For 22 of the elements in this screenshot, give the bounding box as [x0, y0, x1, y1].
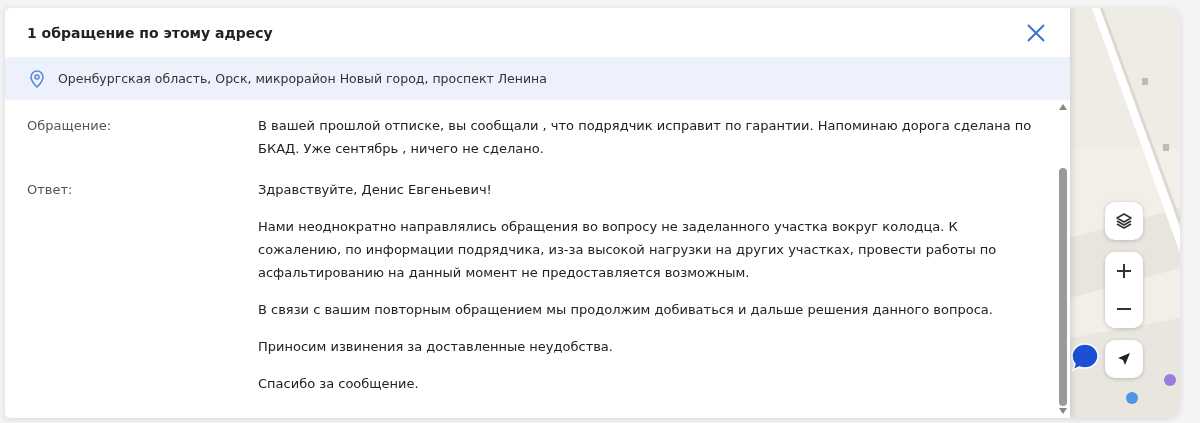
scrollbar-thumb[interactable] [1059, 168, 1067, 406]
chat-bubble-icon[interactable] [1070, 342, 1100, 372]
minus-icon [1116, 307, 1132, 311]
plus-icon [1116, 263, 1132, 279]
arrow-pointer-icon [1117, 352, 1131, 366]
scroll-up-icon[interactable] [1059, 104, 1067, 110]
field-label: Обращение: [27, 117, 113, 135]
address-text: Оренбургская область, Орск, микрорайон Новый город, проспект Ленина [58, 71, 547, 86]
message-paragraph: В вашей прошлой отписке, вы сообщали , что подрядчик исправит по гарантии. Напоминаю дорога сделана по БКАД. Уже сентябрь , ничего не сделано. [258, 117, 1033, 158]
field-label: Ответ: [27, 181, 74, 199]
message-paragraph: Здравствуйте, Денис Евгеньевич! [258, 181, 493, 199]
message-paragraph: Спасибо за сообщение. [258, 375, 420, 393]
locate-button[interactable] [1105, 340, 1143, 378]
message-paragraph: В связи с вашим повторным обращением мы продолжим добиваться и дальше решения данного вопроса. [258, 301, 994, 319]
layers-button[interactable] [1105, 202, 1143, 240]
close-icon [1026, 22, 1046, 43]
message-paragraph: Приносим извинения за доставленные неудобства. [258, 338, 614, 356]
location-pin-icon [30, 69, 44, 88]
layers-icon [1115, 212, 1133, 230]
scroll-down-icon[interactable] [1059, 408, 1067, 414]
dialog-title: 1 обращение по этому адресу [27, 24, 273, 41]
message-paragraph: Нами неоднократно направлялись обращения во вопросу не заделанного участка вокруг колодца. К сожалению, по информации подрядчика, из-за высокой нагрузки на других участках, провести работы по асфальтированию на данный момент не предоставляется возможным. [258, 218, 998, 282]
